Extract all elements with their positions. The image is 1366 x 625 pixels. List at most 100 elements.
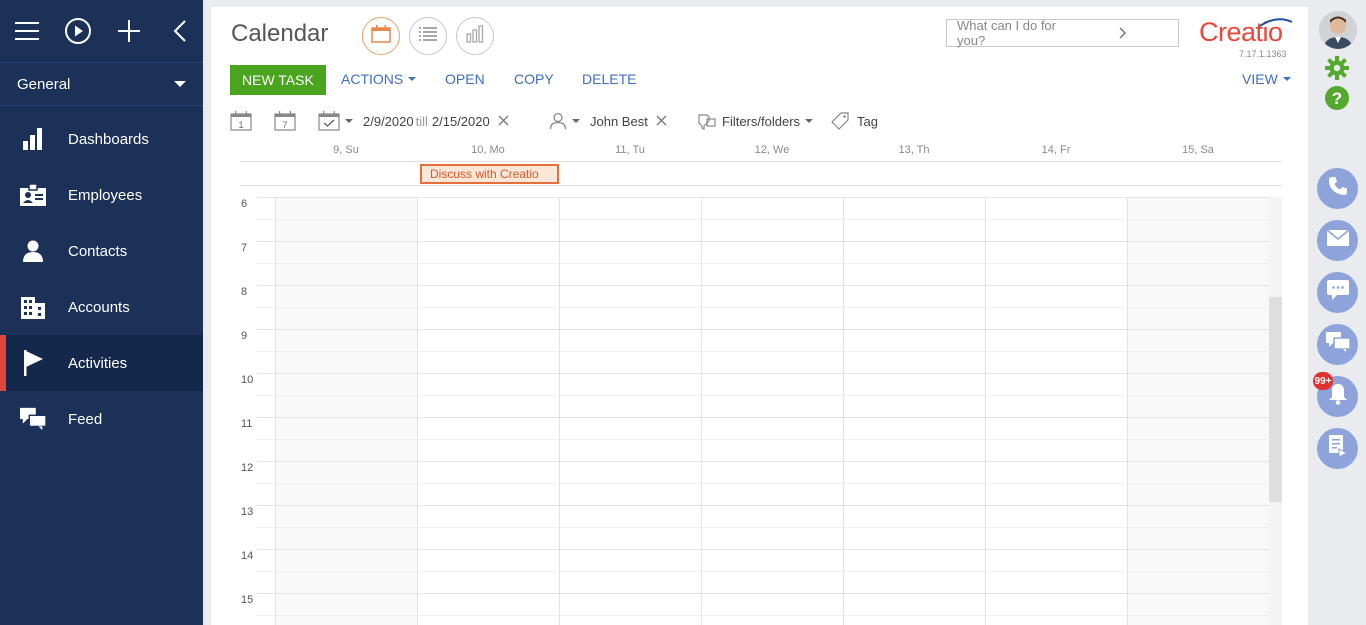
hour-label: 9 <box>241 330 248 342</box>
time-grid[interactable]: 6 7 8 9 10 11 12 13 14 15 <box>240 197 1269 625</box>
list-view-button[interactable] <box>409 17 447 55</box>
sidebar-item-label: Activities <box>68 354 128 372</box>
day-column-sat[interactable] <box>1127 197 1269 625</box>
owner-name: John Best <box>590 113 648 129</box>
half-hour-line <box>257 395 1269 396</box>
day-header-sat[interactable]: 15, Sa <box>1127 144 1269 156</box>
day-view-button[interactable]: 1 <box>230 110 252 132</box>
chevron-down-icon <box>805 119 814 123</box>
day-column-sun[interactable] <box>275 197 417 625</box>
gear-icon[interactable] <box>1325 56 1349 85</box>
sidebar-item-accounts[interactable]: Accounts <box>0 279 203 335</box>
hour-label: 8 <box>241 286 248 298</box>
play-process-icon[interactable] <box>65 18 91 44</box>
week-calendar-icon: 7 <box>274 111 296 131</box>
hour-label: 15 <box>241 594 254 606</box>
tag-icon <box>831 112 849 130</box>
bar-chart-icon <box>466 24 484 48</box>
hour-line <box>257 373 1269 374</box>
chevron-down-icon <box>408 77 417 81</box>
communication-panel: ? 99+ <box>1308 0 1366 625</box>
calendar-event[interactable]: Discuss with Creatio <box>420 164 559 184</box>
day-column-thu[interactable] <box>843 197 985 625</box>
copy-button[interactable]: COPY <box>514 71 554 87</box>
search-placeholder: What can I do for you? <box>957 18 1056 48</box>
sidebar-item-dashboards[interactable]: Dashboards <box>0 111 203 167</box>
sidebar-item-label: Employees <box>68 186 143 204</box>
hour-label: 10 <box>241 374 254 386</box>
day-column-wed[interactable] <box>701 197 843 625</box>
hour-line <box>257 417 1269 418</box>
day-header-fri[interactable]: 14, Fr <box>985 144 1127 156</box>
feed-button[interactable] <box>1317 324 1358 365</box>
day-header-sun[interactable]: 9, Su <box>275 144 417 156</box>
actions-label: ACTIONS <box>341 71 404 87</box>
sidebar-item-label: Accounts <box>68 298 130 316</box>
week-view-button[interactable]: 7 <box>274 110 296 132</box>
actions-menu-button[interactable]: ACTIONS <box>341 71 417 87</box>
till-label: till <box>415 113 428 129</box>
sidebar-item-activities[interactable]: Activities <box>0 335 203 391</box>
day-column-mon[interactable] <box>417 197 559 625</box>
day-header-wed[interactable]: 12, We <box>701 144 843 156</box>
clear-date-icon[interactable] <box>498 114 509 129</box>
day-column-tue[interactable] <box>559 197 701 625</box>
sidebar-item-feed[interactable]: Feed <box>0 391 203 447</box>
help-icon[interactable]: ? <box>1325 86 1349 115</box>
filter-bar: 1 7 2/9/2020 till 2/15/2020 John Best Fi… <box>211 110 1308 134</box>
workspace-selector[interactable]: General <box>0 62 203 106</box>
hour-label: 11 <box>241 418 253 430</box>
new-task-button[interactable]: NEW TASK <box>230 65 326 95</box>
day-column-fri[interactable] <box>985 197 1127 625</box>
clear-owner-icon[interactable] <box>656 114 667 129</box>
half-hour-line <box>257 439 1269 440</box>
period-filter-button[interactable] <box>318 110 353 132</box>
svg-text:1: 1 <box>238 120 243 130</box>
half-hour-line <box>257 571 1269 572</box>
sidebar-item-contacts[interactable]: Contacts <box>0 223 203 279</box>
day-calendar-icon: 1 <box>230 111 252 131</box>
delete-button[interactable]: DELETE <box>582 71 636 87</box>
half-hour-line <box>257 263 1269 264</box>
bar-chart-icon <box>20 126 46 152</box>
calendar-scrollbar-thumb[interactable] <box>1269 297 1282 502</box>
chevron-down-icon <box>572 119 580 123</box>
open-button[interactable]: OPEN <box>445 71 485 87</box>
owner-filter[interactable]: John Best <box>549 110 667 132</box>
date-range-filter[interactable]: 2/9/2020 till 2/15/2020 <box>363 110 509 132</box>
calendar-view-button[interactable] <box>362 17 400 55</box>
day-header-tue[interactable]: 11, Tu <box>559 144 701 156</box>
person-icon <box>20 238 46 264</box>
view-menu-button[interactable]: VIEW <box>1242 71 1291 87</box>
menu-icon[interactable] <box>14 18 40 44</box>
all-day-row[interactable]: Discuss with Creatio <box>240 162 1282 186</box>
analytics-view-button[interactable] <box>456 17 494 55</box>
phone-icon <box>1328 176 1348 201</box>
hour-line <box>257 593 1269 594</box>
filter-folder-icon <box>698 114 716 130</box>
day-header-thu[interactable]: 13, Th <box>843 144 985 156</box>
avatar[interactable] <box>1319 11 1357 49</box>
tag-filter-button[interactable]: Tag <box>831 110 878 132</box>
phone-button[interactable] <box>1317 168 1358 209</box>
hour-line <box>257 461 1269 462</box>
calendar-icon <box>371 24 391 48</box>
half-hour-line <box>257 615 1269 616</box>
date-from: 2/9/2020 <box>363 113 414 129</box>
half-hour-line <box>257 351 1269 352</box>
chevron-right-icon[interactable] <box>1068 27 1179 39</box>
hour-line <box>257 241 1269 242</box>
sidebar-item-employees[interactable]: Employees <box>0 167 203 223</box>
command-search-input[interactable]: What can I do for you? <box>946 18 1179 48</box>
chat-button[interactable] <box>1317 272 1358 313</box>
filters-folders-menu[interactable]: Filters/folders <box>698 110 814 132</box>
process-log-button[interactable] <box>1317 428 1358 469</box>
chevron-down-icon <box>345 119 353 123</box>
email-button[interactable] <box>1317 220 1358 261</box>
view-label: VIEW <box>1242 71 1278 87</box>
svg-text:7: 7 <box>282 120 287 130</box>
collapse-chevron-icon[interactable] <box>167 18 193 44</box>
add-icon[interactable] <box>116 18 142 44</box>
hour-line <box>257 329 1269 330</box>
day-header-mon[interactable]: 10, Mo <box>417 144 559 156</box>
